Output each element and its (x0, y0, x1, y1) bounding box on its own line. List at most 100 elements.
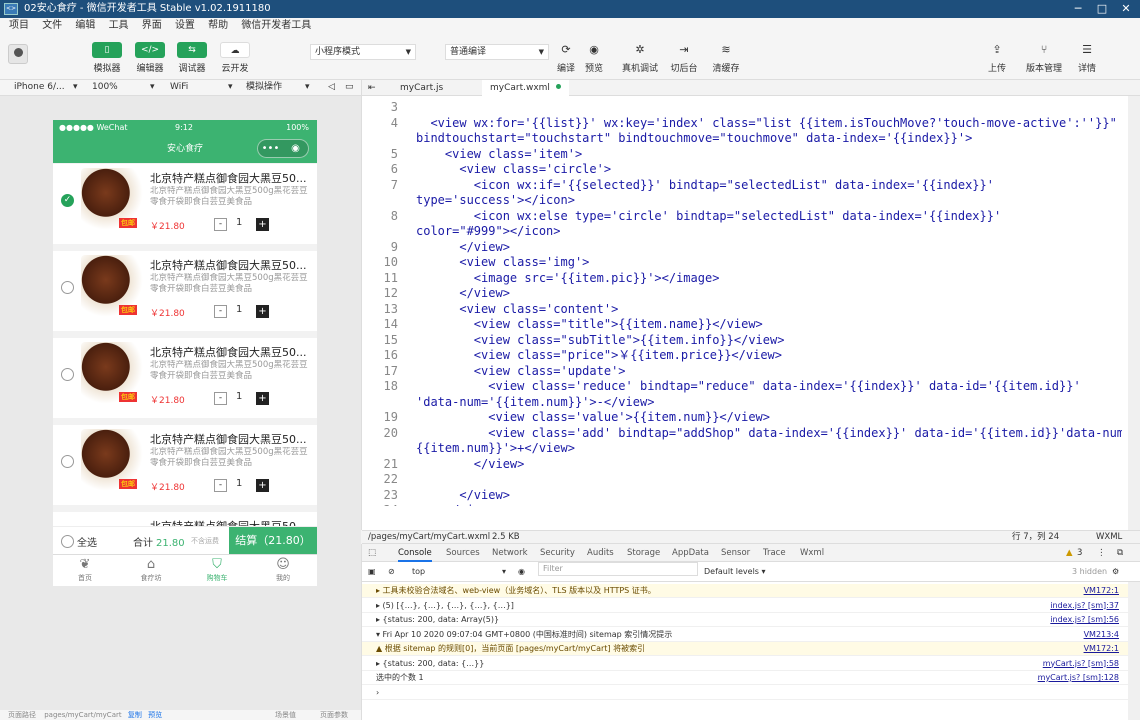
console-log-row[interactable]: › (362, 686, 1140, 700)
sidebar-toggle-icon[interactable]: ▣ (368, 562, 376, 582)
preview-link[interactable]: 预览 (148, 711, 162, 719)
increase-button[interactable]: + (256, 218, 269, 231)
unchecked-circle-icon[interactable] (61, 455, 74, 468)
console-scrollbar[interactable] (1128, 582, 1140, 720)
tab-console[interactable]: Console (398, 544, 432, 562)
editor-toggle-button[interactable]: </> 编辑器 (135, 42, 165, 74)
decrease-button[interactable]: - (214, 479, 227, 492)
dock-icon[interactable]: ⧉ (1117, 544, 1123, 562)
unchecked-circle-icon[interactable] (61, 368, 74, 381)
more-vertical-icon[interactable]: ⋮ (1097, 544, 1106, 562)
log-source-link[interactable]: VM172:1 (1084, 642, 1119, 656)
copy-link[interactable]: 复制 (128, 711, 142, 719)
device-select[interactable]: iPhone 6/... (14, 80, 65, 95)
decrease-button[interactable]: - (214, 392, 227, 405)
tab-mycart-js[interactable]: myCart.js (392, 80, 451, 96)
operation-select[interactable]: 模拟操作 (246, 80, 282, 95)
context-select[interactable]: top (412, 562, 425, 582)
tab-therapy[interactable]: ⌂ 食疗坊 (126, 557, 176, 583)
preview-button[interactable]: ◉ 预览 (576, 42, 612, 74)
tab-network[interactable]: Network (492, 544, 528, 562)
tab-cart[interactable]: ⛉ 购物车 (192, 557, 242, 583)
menu-tools[interactable]: 工具 (109, 20, 129, 31)
tab-sources[interactable]: Sources (446, 544, 480, 562)
tab-audits[interactable]: Audits (587, 544, 614, 562)
decrease-button[interactable]: - (214, 218, 227, 231)
menu-project[interactable]: 项目 (9, 20, 29, 31)
tab-label: 购物车 (206, 574, 228, 582)
tab-trace[interactable]: Trace (763, 544, 786, 562)
unchecked-circle-icon[interactable] (61, 281, 74, 294)
language-mode[interactable]: WXML (1096, 531, 1122, 544)
console-log-row[interactable]: ▸ {status: 200, data: {…}} myCart.js? [sm… (362, 657, 1140, 671)
tab-home[interactable]: ❦ 首页 (60, 557, 110, 583)
clear-console-icon[interactable]: ⊘ (388, 562, 395, 582)
increase-button[interactable]: + (256, 479, 269, 492)
levels-select[interactable]: Default levels ▾ (704, 562, 766, 582)
details-button[interactable]: ☰ 详情 (1069, 42, 1105, 74)
increase-button[interactable]: + (256, 392, 269, 405)
log-source-link[interactable]: index.js? [sm]:56 (1050, 613, 1119, 627)
menu-devtools[interactable]: 微信开发者工具 (241, 20, 311, 31)
scene-label[interactable]: 场景值 (275, 710, 296, 720)
tab-mine[interactable]: ☺ 我的 (258, 557, 308, 583)
console-log-row[interactable]: ▾ Fri Apr 10 2020 09:07:04 GMT+0800 (中国标… (362, 628, 1140, 642)
network-select[interactable]: WiFi (170, 80, 188, 95)
params-label[interactable]: 页面参数 (320, 710, 348, 720)
increase-button[interactable]: + (256, 305, 269, 318)
tab-mycart-wxml[interactable]: myCart.wxml (482, 80, 569, 96)
capsule-button[interactable]: ••• ◉ (257, 139, 309, 158)
minimize-button[interactable]: ─ (1066, 0, 1090, 18)
volume-icon[interactable]: ◁ (328, 80, 335, 95)
inspect-icon[interactable]: ⬚ (368, 544, 376, 562)
console-log-row[interactable]: 选中的个数 1 myCart.js? [sm]:128 (362, 671, 1140, 685)
close-mini-icon[interactable]: ◉ (283, 140, 308, 157)
tab-wxml[interactable]: Wxml (800, 544, 824, 562)
clear-cache-button[interactable]: ≋ 清缓存 (708, 42, 744, 74)
select-all-toggle[interactable]: 全选 (61, 534, 97, 549)
check-icon[interactable]: ✓ (61, 194, 74, 207)
checkout-button[interactable]: 结算（21.80） (229, 527, 317, 555)
editor-scrollbar[interactable] (1128, 96, 1140, 530)
user-avatar[interactable] (8, 44, 28, 64)
console-log-row[interactable]: ▸ {status: 200, data: Array(5)} index.js?… (362, 613, 1140, 627)
console-warning-row[interactable]: ▲ 根据 sitemap 的规则[0]，当前页面 [pages/myCart/m… (362, 642, 1140, 656)
code-area[interactable]: 34 <view wx:for='{{list}}' wx:key='index… (362, 96, 1122, 506)
debugger-toggle-button[interactable]: ⇆ 调试器 (177, 42, 207, 74)
menu-edit[interactable]: 编辑 (75, 20, 95, 31)
zoom-select[interactable]: 100% (92, 80, 118, 95)
close-button[interactable]: ✕ (1114, 0, 1138, 18)
menu-file[interactable]: 文件 (42, 20, 62, 31)
console-log-row[interactable]: ▸ (5) [{…}, {…}, {…}, {…}, {…}] index.js?… (362, 599, 1140, 613)
version-button[interactable]: ⑂ 版本管理 (1024, 42, 1064, 74)
log-source-link[interactable]: myCart.js? [sm]:128 (1038, 671, 1119, 685)
maximize-button[interactable]: □ (1090, 0, 1114, 18)
menu-help[interactable]: 帮助 (208, 20, 228, 31)
real-device-debug-button[interactable]: ✲ 真机调试 (620, 42, 660, 74)
tab-storage[interactable]: Storage (627, 544, 660, 562)
settings-gear-icon[interactable]: ⚙ (1112, 562, 1119, 582)
upload-button[interactable]: ⇪ 上传 (979, 42, 1015, 74)
screen-icon[interactable]: ▭ (345, 80, 354, 95)
log-source-link[interactable]: myCart.js? [sm]:58 (1043, 657, 1119, 671)
more-icon[interactable]: ••• (258, 140, 283, 157)
log-source-link[interactable]: index.js? [sm]:37 (1050, 599, 1119, 613)
log-source-link[interactable]: VM213:4 (1084, 628, 1119, 642)
mode-select[interactable]: 小程序模式 ▼ (310, 44, 416, 60)
menu-interface[interactable]: 界面 (142, 20, 162, 31)
console-warning-row[interactable]: ▸ 工具未校验合法域名、web-view（业务域名）、TLS 版本以及 HTTP… (362, 584, 1140, 598)
simulator-toggle-button[interactable]: ▯ 模拟器 (92, 42, 122, 74)
cloud-dev-button[interactable]: ☁ 云开发 (220, 42, 250, 74)
menu-settings[interactable]: 设置 (175, 20, 195, 31)
tab-security[interactable]: Security (540, 544, 575, 562)
tab-sensor[interactable]: Sensor (721, 544, 750, 562)
line-number: 13 (383, 301, 398, 316)
tab-appdata[interactable]: AppData (672, 544, 709, 562)
log-source-link[interactable]: VM172:1 (1084, 584, 1119, 598)
compile-mode-select[interactable]: 普通编译 ▼ (445, 44, 549, 60)
decrease-button[interactable]: - (214, 305, 227, 318)
eye-icon[interactable]: ◉ (518, 562, 525, 582)
console-filter-input[interactable]: Filter (538, 562, 698, 576)
background-button[interactable]: ⇥ 切后台 (666, 42, 702, 74)
split-icon[interactable]: ⇤ (368, 80, 376, 96)
